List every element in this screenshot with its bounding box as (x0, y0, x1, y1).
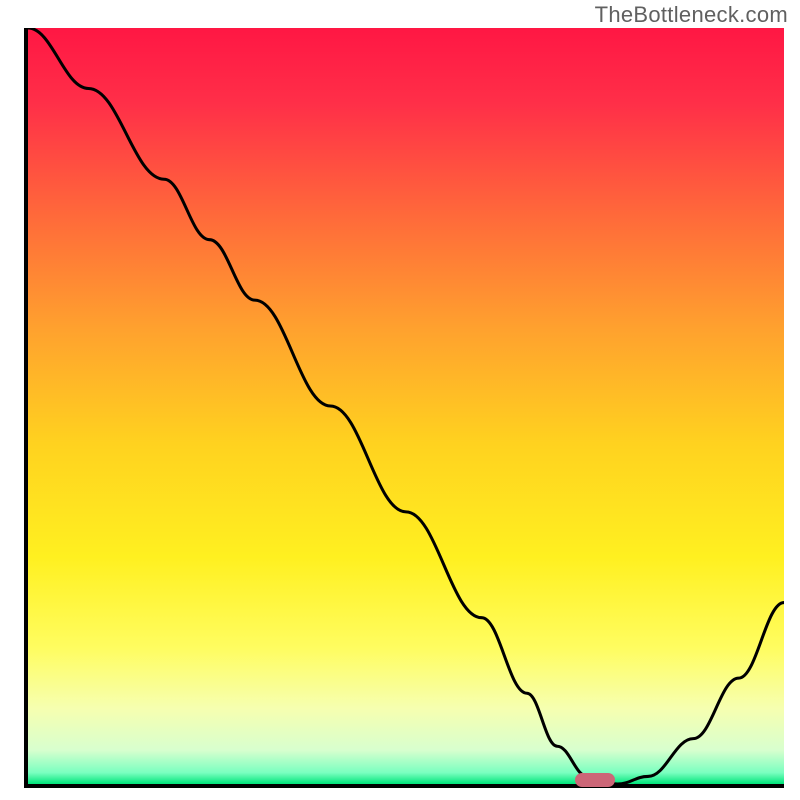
optimal-marker (575, 773, 615, 787)
plot-area (24, 28, 784, 788)
watermark-text: TheBottleneck.com (595, 2, 788, 28)
background-gradient (28, 28, 784, 784)
